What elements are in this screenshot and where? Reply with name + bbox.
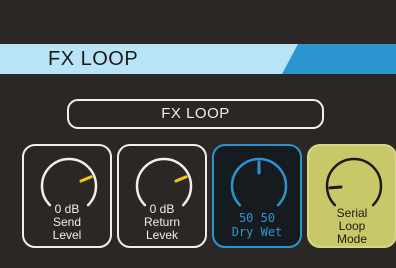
page-title: FX LOOP bbox=[48, 48, 139, 70]
dry-wet-value: 50 50 bbox=[238, 211, 276, 225]
dial-ring bbox=[40, 157, 98, 207]
dry-wet-label: Dry Wet bbox=[231, 225, 283, 239]
return-level-knob[interactable]: 0 dB Return Levek bbox=[117, 144, 207, 248]
fx-loop-screen: FX LOOP FX LOOP 0 dB Send Level 0 dB Ret… bbox=[0, 0, 396, 268]
return-level-label-line2: Levek bbox=[145, 228, 179, 242]
loop-mode-label-line3: Mode bbox=[336, 232, 368, 246]
dial-ring bbox=[135, 157, 193, 207]
header-accent-band bbox=[282, 44, 396, 74]
dial-indicator bbox=[174, 175, 188, 183]
header-title-band bbox=[0, 44, 298, 74]
dry-wet-knob[interactable]: 50 50 Dry Wet bbox=[212, 144, 302, 248]
dial-indicator bbox=[79, 175, 93, 183]
loop-mode-knob[interactable]: Serial Loop Mode bbox=[307, 144, 396, 248]
dial-ring bbox=[325, 157, 383, 207]
send-level-knob[interactable]: 0 dB Send Level bbox=[22, 144, 112, 248]
send-level-label-line2: Level bbox=[52, 228, 82, 242]
dial-indicator bbox=[328, 185, 343, 190]
section-title-pill: FX LOOP bbox=[67, 99, 324, 129]
